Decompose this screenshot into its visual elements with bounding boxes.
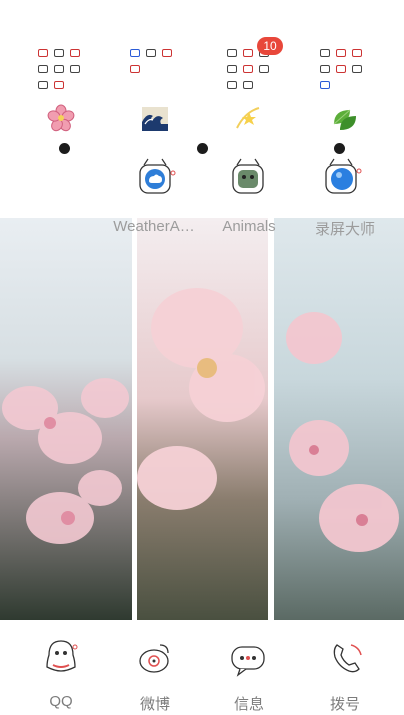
app-label-screen-recorder: 录屏大师 xyxy=(314,221,375,238)
wallpaper-panel-right xyxy=(274,218,404,620)
page-dot xyxy=(334,143,345,154)
wallpaper-panel-left xyxy=(0,218,132,620)
app-label-weather: WeatherA… xyxy=(113,218,195,235)
dock-label-qq: QQ xyxy=(49,693,73,710)
page-dot xyxy=(59,143,70,154)
folder-2[interactable] xyxy=(130,47,174,97)
dock-label-dialer: 拨号 xyxy=(329,696,360,713)
dock-label-messages: 信息 xyxy=(233,696,264,713)
weather-cloud-icon[interactable] xyxy=(132,155,178,201)
wallpaper-panel-middle xyxy=(137,218,268,620)
sakura-flower-icon[interactable] xyxy=(47,104,75,132)
qq-icon[interactable] xyxy=(37,635,85,683)
app-label-animals: Animals xyxy=(222,218,276,235)
great-wave-icon[interactable] xyxy=(141,104,169,132)
dialer-icon[interactable] xyxy=(321,635,369,683)
folder-4[interactable] xyxy=(320,47,364,97)
folder-1[interactable] xyxy=(38,47,82,97)
shooting-star-icon[interactable] xyxy=(235,104,263,132)
weibo-icon[interactable] xyxy=(130,635,178,683)
screen-recorder-icon[interactable] xyxy=(318,155,364,201)
notification-badge: 10 xyxy=(257,37,283,55)
leaves-icon[interactable] xyxy=(330,104,358,132)
messages-icon[interactable] xyxy=(224,635,272,683)
page-dot xyxy=(197,143,208,154)
animals-icon[interactable] xyxy=(225,155,271,201)
dock-label-weibo: 微博 xyxy=(139,696,170,713)
